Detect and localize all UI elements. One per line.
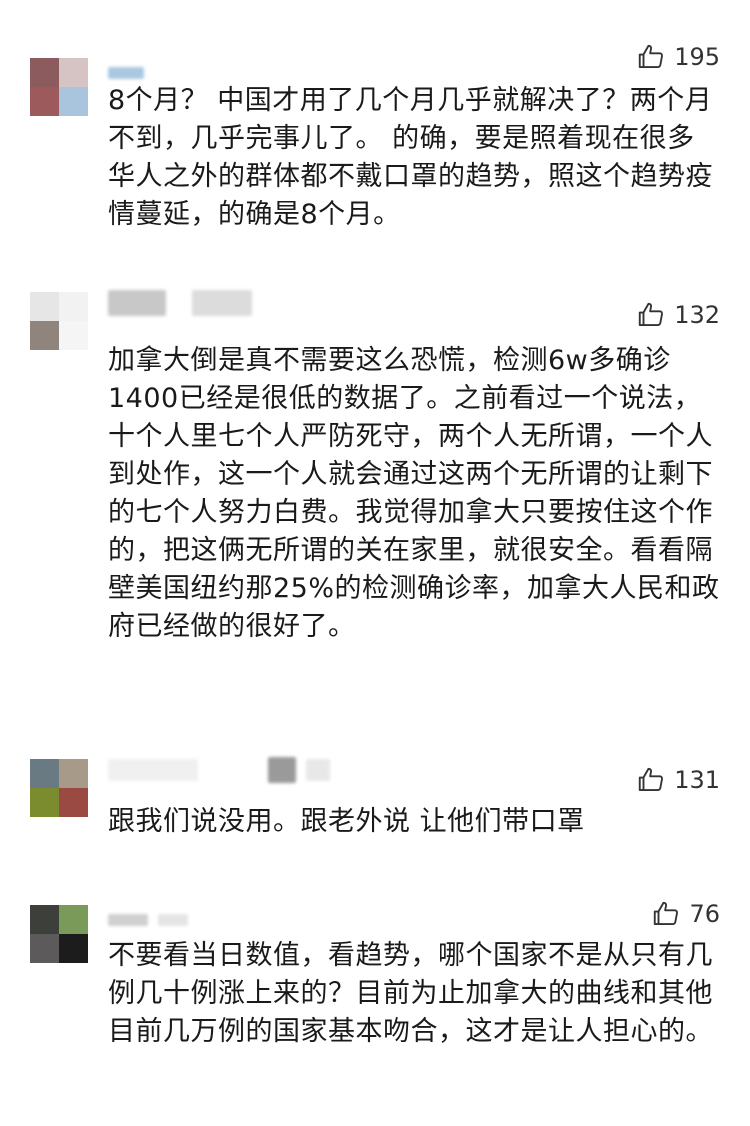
comment-text: 不要看当日数值，看趋势，哪个国家不是从只有几例几十例涨上来的？目前为止加拿大的曲… bbox=[108, 940, 713, 1047]
username-blurred[interactable] bbox=[108, 905, 188, 927]
avatar-tile bbox=[30, 759, 59, 788]
avatar-tile bbox=[30, 934, 59, 963]
username-blurred[interactable] bbox=[108, 290, 252, 316]
thumbs-up-icon bbox=[636, 42, 666, 72]
comment-item: 76 不要看当日数值，看趋势，哪个国家不是从只有几例几十例涨上来的？目前为止加拿… bbox=[0, 895, 750, 1126]
avatar-tile bbox=[59, 292, 88, 321]
comment-text: 跟我们说没用。跟老外说 让他们带口罩 bbox=[108, 806, 585, 837]
avatar[interactable] bbox=[30, 292, 88, 350]
like-count: 195 bbox=[674, 43, 720, 71]
like-count: 131 bbox=[674, 766, 720, 794]
thumbs-up-icon bbox=[651, 899, 681, 929]
avatar-tile bbox=[59, 934, 88, 963]
username-blurred[interactable] bbox=[108, 757, 330, 783]
comment-item: 195 8个月？ 中国才用了几个月几乎就解决了？两个月不到，几乎完事儿了。 的确… bbox=[0, 0, 750, 270]
avatar-tile bbox=[30, 905, 59, 934]
like-button[interactable]: 132 bbox=[636, 300, 720, 330]
avatar-tile bbox=[30, 321, 59, 350]
avatar-tile bbox=[59, 58, 88, 87]
like-count: 132 bbox=[674, 301, 720, 329]
avatar[interactable] bbox=[30, 905, 88, 963]
avatar-tile bbox=[59, 87, 88, 116]
thumbs-up-icon bbox=[636, 300, 666, 330]
like-button[interactable]: 195 bbox=[636, 42, 720, 72]
avatar-tile bbox=[30, 87, 59, 116]
username-blurred[interactable] bbox=[108, 58, 144, 80]
avatar-tile bbox=[30, 292, 59, 321]
avatar-tile bbox=[59, 321, 88, 350]
comment-item: 131 跟我们说没用。跟老外说 让他们带口罩 bbox=[0, 745, 750, 895]
avatar-tile bbox=[30, 788, 59, 817]
comment-text: 8个月？ 中国才用了几个月几乎就解决了？两个月不到，几乎完事儿了。 的确，要是照… bbox=[108, 85, 713, 230]
like-button[interactable]: 76 bbox=[651, 899, 720, 929]
avatar-tile bbox=[59, 905, 88, 934]
comment-item: 132 加拿大倒是真不需要这么恐慌，检测6w多确诊1400已经是很低的数据了。之… bbox=[0, 270, 750, 745]
avatar[interactable] bbox=[30, 58, 88, 116]
like-button[interactable]: 131 bbox=[636, 765, 720, 795]
avatar-tile bbox=[59, 759, 88, 788]
comment-text: 加拿大倒是真不需要这么恐慌，检测6w多确诊1400已经是很低的数据了。之前看过一… bbox=[108, 345, 720, 642]
like-count: 76 bbox=[689, 900, 720, 928]
avatar[interactable] bbox=[30, 759, 88, 817]
avatar-tile bbox=[59, 788, 88, 817]
avatar-tile bbox=[30, 58, 59, 87]
thumbs-up-icon bbox=[636, 765, 666, 795]
